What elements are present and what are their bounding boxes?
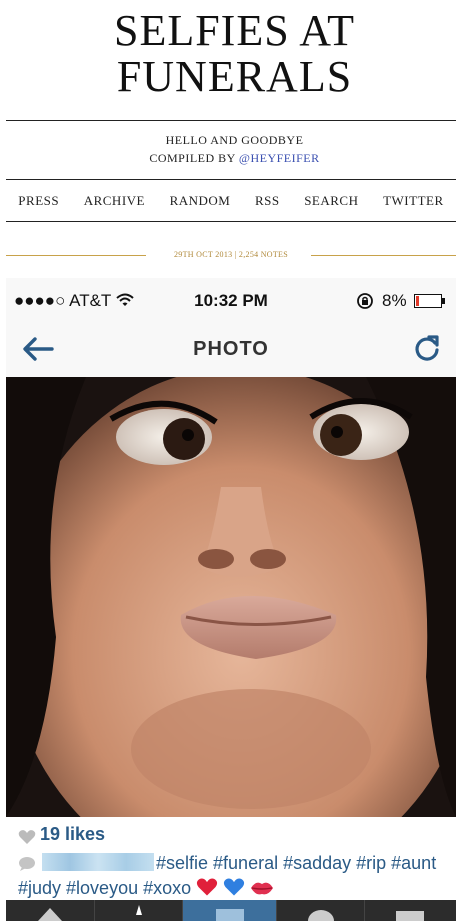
screen-title: PHOTO (193, 338, 269, 360)
battery-icon (414, 294, 445, 308)
divider (6, 120, 456, 121)
star-icon (136, 905, 142, 915)
red-heart-emoji (197, 878, 218, 896)
divider (6, 221, 456, 222)
likes-count[interactable]: 19 likes (40, 824, 105, 845)
tab-profile[interactable] (364, 900, 456, 921)
tab-camera[interactable] (182, 900, 277, 921)
tab-activity[interactable] (276, 900, 365, 921)
blog-title[interactable]: SELFIES AT FUNERALS (0, 8, 469, 100)
post-meta: 29TH OCT 2013 | 2,254 NOTES (6, 248, 456, 262)
tab-explore[interactable] (94, 900, 183, 921)
blog-nav: PRESS ARCHIVE RANDOM RSS SEARCH TWITTER (6, 193, 456, 209)
redacted-username[interactable] (42, 853, 154, 871)
lock-rotation-icon (357, 293, 373, 309)
battery-percent: 8% (382, 291, 407, 310)
app-header: PHOTO (6, 322, 456, 378)
post-date-notes[interactable]: 29TH OCT 2013 | 2,254 NOTES (6, 250, 456, 259)
nav-rss[interactable]: RSS (255, 193, 280, 209)
caption: #selfie #funeral #sadday #rip #aunt #jud… (18, 851, 448, 901)
instagram-screenshot: ●●●●○ AT&T 10:32 PM 8% PHOTO 19 likes #s… (6, 278, 456, 921)
camera-icon (216, 909, 244, 921)
blue-heart-emoji (224, 878, 245, 896)
selfie-image (6, 377, 456, 817)
tab-bar (6, 900, 456, 921)
tagline: HELLO AND GOODBYE (165, 133, 304, 147)
selfie-photo[interactable] (6, 377, 456, 817)
nav-press[interactable]: PRESS (18, 193, 59, 209)
bubble-icon (308, 910, 334, 921)
profile-icon (396, 911, 424, 921)
tab-home[interactable] (6, 900, 94, 921)
lips-emoji (251, 882, 274, 895)
refresh-icon[interactable] (413, 334, 441, 362)
divider (6, 179, 456, 180)
nav-twitter[interactable]: TWITTER (383, 193, 444, 209)
home-icon (38, 908, 62, 921)
status-bar: ●●●●○ AT&T 10:32 PM 8% (6, 278, 456, 322)
compiled-by-label: COMPILED BY (149, 151, 236, 165)
nav-search[interactable]: SEARCH (304, 193, 358, 209)
author-link[interactable]: @HEYFEIFER (239, 151, 320, 165)
heart-icon[interactable] (18, 829, 36, 845)
nav-archive[interactable]: ARCHIVE (84, 193, 145, 209)
blog-title-text: SELFIES AT FUNERALS (113, 6, 356, 101)
nav-random[interactable]: RANDOM (170, 193, 231, 209)
compiled-by: COMPILED BY @HEYFEIFER (0, 151, 469, 166)
